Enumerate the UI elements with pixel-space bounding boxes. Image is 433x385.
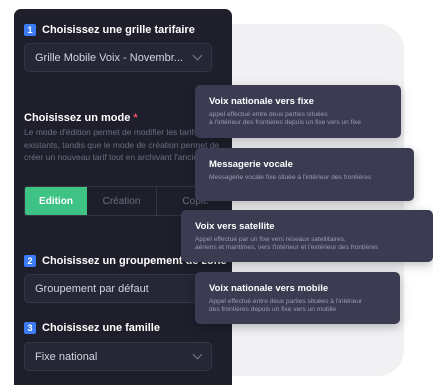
chevron-down-icon [192,349,203,360]
family-option-title: Voix nationale vers fixe [209,96,314,107]
family-label: 3 Choisissez une famille [24,322,160,334]
step-badge-2: 2 [24,255,36,267]
mode-title: Choisissez un mode * [24,112,138,124]
family-option-satellite[interactable]: Voix vers satellite Appel effectué par u… [181,210,433,262]
family-option-messagerie[interactable]: Messagerie vocale Messagerie vocale fixe… [195,148,414,201]
family-option-voix-mobile[interactable]: Voix nationale vers mobile Appel effectu… [195,272,400,324]
family-option-description: Appel effectué entre deux parties située… [209,298,363,314]
family-option-title: Voix nationale vers mobile [209,283,329,294]
zone-group-value: Groupement par défaut [35,282,149,295]
family-option-voix-fixe[interactable]: Voix nationale vers fixe appel effectué … [195,85,401,138]
zone-group-select[interactable]: Groupement par défaut [24,274,212,303]
family-option-title: Messagerie vocale [209,159,293,170]
family-option-description: appel effectué entre deux parties située… [209,111,361,127]
tariff-grid-value: Grille Mobile Voix - Novembr... [35,51,183,64]
mode-title-text: Choisissez un mode [24,112,131,124]
family-option-title: Voix vers satellite [195,221,275,232]
mode-option-creation[interactable]: Création [87,187,157,215]
family-value: Fixe national [35,350,98,363]
family-option-description: Appel effectué par un fixe vers réseaux … [195,236,379,252]
family-label-text: Choisissez une famille [42,322,160,334]
mode-option-edition[interactable]: Edition [25,187,87,215]
tariff-grid-label-text: Choisissez une grille tarifaire [42,24,195,36]
family-option-description: Messagerie vocale fixe située à l'intéri… [209,174,372,181]
chevron-down-icon [192,50,203,61]
tariff-grid-label: 1 Choisissez une grille tarifaire [24,24,195,36]
tariff-grid-select[interactable]: Grille Mobile Voix - Novembr... [24,43,212,72]
step-badge-3: 3 [24,322,36,334]
step-badge-1: 1 [24,24,36,36]
family-select[interactable]: Fixe national [24,342,212,371]
required-mark: * [133,112,138,124]
